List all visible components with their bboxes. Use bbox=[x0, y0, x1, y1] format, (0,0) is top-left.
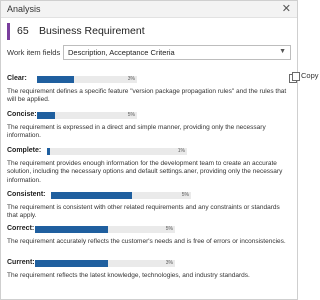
score-bar-fill bbox=[51, 192, 133, 199]
work-item-fields-value: Description, Acceptance Criteria bbox=[68, 48, 175, 57]
work-item-title: Business Requirement bbox=[39, 25, 145, 37]
work-item-header: 65 Business Requirement bbox=[7, 23, 291, 40]
criterion-name: Current: bbox=[7, 259, 35, 266]
criterion-description: The requirement accurately reflects the … bbox=[7, 238, 286, 245]
panel-titlebar: Analysis ✕ bbox=[1, 1, 297, 18]
criterion-description: The requirement is expressed in a direct… bbox=[7, 124, 266, 140]
score-bar-track: 5% bbox=[35, 226, 175, 233]
work-item-fields-row: Work item fields Description, Acceptance… bbox=[7, 45, 291, 61]
score-bar-track: 5% bbox=[51, 192, 191, 199]
criterion-name: Consistent: bbox=[7, 191, 46, 198]
score-bar-value: 5% bbox=[127, 112, 135, 118]
chevron-down-icon: ▼ bbox=[279, 48, 286, 55]
score-bar-value: 3% bbox=[165, 260, 173, 266]
criterion-description: The requirement defines a specific featu… bbox=[7, 88, 287, 104]
criterion-name: Concise: bbox=[7, 111, 37, 118]
work-item-fields-select[interactable]: Description, Acceptance Criteria ▼ bbox=[63, 45, 291, 60]
criterion-description: The requirement reflects the latest know… bbox=[7, 272, 250, 279]
score-bar-track: 3% bbox=[37, 76, 137, 83]
panel-title: Analysis bbox=[7, 4, 41, 14]
score-bar-fill bbox=[35, 226, 108, 233]
score-bar-value: 3% bbox=[127, 76, 135, 82]
score-bar-fill bbox=[37, 76, 74, 83]
score-bar-track: 5% bbox=[37, 112, 137, 119]
criterion-correct: Correct: 5% The requirement accurately r… bbox=[7, 225, 291, 246]
score-bar-value: 5% bbox=[165, 226, 173, 232]
analysis-panel: Analysis ✕ 65 Business Requirement Work … bbox=[0, 0, 319, 300]
score-bar-fill bbox=[37, 112, 55, 119]
criterion-clear: Clear: 3% The requirement defines a spec… bbox=[7, 75, 291, 105]
criterion-description: The requirement provides enough informat… bbox=[7, 160, 283, 184]
score-bar-value: 1% bbox=[177, 148, 185, 154]
criterion-concise: Concise: 5% The requirement is expressed… bbox=[7, 111, 291, 141]
criterion-complete: Complete: 1% The requirement provides en… bbox=[7, 147, 291, 185]
score-bar-track: 1% bbox=[47, 148, 187, 155]
criterion-consistent: Consistent: 5% The requirement is consis… bbox=[7, 191, 291, 221]
criterion-name: Correct: bbox=[7, 225, 35, 232]
criterion-name: Clear: bbox=[7, 75, 27, 82]
criterion-name: Complete: bbox=[7, 147, 42, 154]
criterion-current: Current: 3% The requirement reflects the… bbox=[7, 259, 291, 280]
work-item-fields-label: Work item fields bbox=[7, 48, 61, 57]
score-bar-track: 3% bbox=[35, 260, 175, 267]
score-bar-fill bbox=[35, 260, 108, 267]
criterion-description: The requirement is consistent with other… bbox=[7, 204, 280, 220]
score-bar-fill bbox=[47, 148, 50, 155]
score-bar-value: 5% bbox=[181, 192, 189, 198]
copy-label: Copy bbox=[301, 71, 319, 80]
work-item-id: 65 bbox=[17, 25, 29, 37]
close-icon[interactable]: ✕ bbox=[282, 2, 291, 16]
